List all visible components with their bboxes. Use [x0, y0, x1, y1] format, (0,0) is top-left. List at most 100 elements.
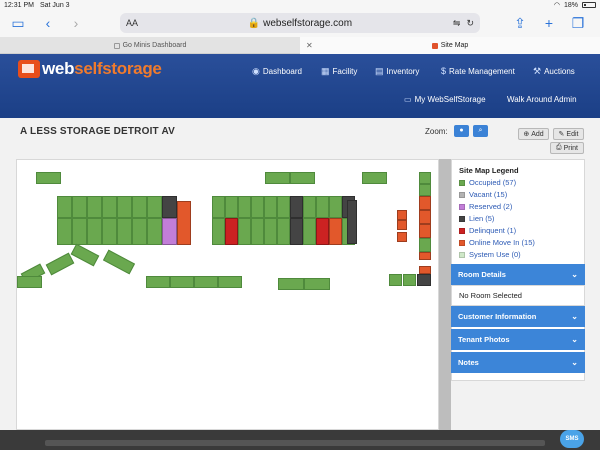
map-vertical-scrollbar[interactable]	[439, 159, 451, 430]
storage-unit[interactable]	[397, 220, 407, 230]
add-button[interactable]: ⊕ Add	[518, 128, 549, 140]
close-tab-icon[interactable]: ✕	[306, 41, 313, 50]
storage-unit[interactable]	[389, 274, 402, 286]
legend-reserved[interactable]: Reserved (2)	[459, 202, 512, 211]
back-icon[interactable]: ‹	[40, 15, 56, 31]
storage-unit[interactable]	[102, 249, 136, 275]
legend-delinquent[interactable]: Delinquent (1)	[459, 226, 516, 235]
storage-unit[interactable]	[70, 243, 100, 267]
storage-unit[interactable]	[290, 196, 303, 218]
storage-unit[interactable]	[303, 196, 316, 218]
notes-header[interactable]: Notes ⌄	[451, 352, 585, 373]
storage-unit[interactable]	[132, 196, 147, 218]
storage-unit[interactable]	[419, 196, 431, 210]
sms-chat-button[interactable]: SMS	[560, 430, 584, 448]
storage-unit[interactable]	[419, 238, 431, 252]
storage-unit[interactable]	[225, 196, 238, 218]
room-details-header[interactable]: Room Details ⌄	[451, 264, 585, 285]
storage-unit[interactable]	[102, 196, 117, 218]
storage-unit[interactable]	[277, 196, 290, 218]
legend-vacant[interactable]: Vacant (15)	[459, 190, 507, 199]
storage-unit[interactable]	[290, 172, 315, 184]
storage-unit[interactable]	[277, 218, 290, 245]
site-map[interactable]	[16, 159, 439, 430]
storage-unit[interactable]	[316, 218, 329, 245]
storage-unit[interactable]	[419, 252, 431, 260]
storage-unit[interactable]	[419, 266, 431, 274]
storage-unit[interactable]	[362, 172, 387, 184]
nav-dashboard[interactable]: ◉ Dashboard	[252, 66, 302, 77]
storage-unit[interactable]	[290, 218, 303, 245]
storage-unit[interactable]	[238, 196, 251, 218]
tab-go-minis-dashboard[interactable]: Go Minis Dashboard	[0, 37, 300, 54]
nav-user[interactable]: Walk Around Admin	[507, 95, 577, 104]
legend-system-use[interactable]: System Use (0)	[459, 250, 521, 259]
edit-button[interactable]: ✎ Edit	[553, 128, 584, 140]
storage-unit[interactable]	[212, 196, 225, 218]
storage-unit[interactable]	[329, 196, 342, 218]
storage-unit[interactable]	[177, 201, 191, 245]
zoom-in-button[interactable]: ⌕	[473, 125, 488, 137]
storage-unit[interactable]	[251, 196, 264, 218]
storage-unit[interactable]	[329, 218, 342, 245]
webselfstorage-logo[interactable]: webselfstorage	[18, 59, 162, 79]
storage-unit[interactable]	[419, 224, 431, 238]
zoom-out-button[interactable]: ●	[454, 125, 469, 137]
storage-unit[interactable]	[419, 172, 431, 184]
storage-unit[interactable]	[403, 274, 416, 286]
storage-unit[interactable]	[87, 196, 102, 218]
storage-unit[interactable]	[303, 218, 316, 245]
storage-unit[interactable]	[264, 196, 277, 218]
storage-unit[interactable]	[162, 218, 177, 245]
storage-unit[interactable]	[45, 252, 75, 276]
storage-unit[interactable]	[146, 276, 170, 288]
horizontal-scrollbar[interactable]	[45, 440, 545, 446]
storage-unit[interactable]	[316, 196, 329, 218]
storage-unit[interactable]	[132, 218, 147, 245]
nav-facility[interactable]: ▦ Facility	[321, 66, 357, 77]
reload-icon[interactable]: ↻	[466, 18, 474, 29]
new-tab-icon[interactable]: +	[541, 15, 557, 31]
storage-unit[interactable]	[397, 210, 407, 220]
translate-icon[interactable]: ⇋	[453, 18, 461, 29]
customer-information-header[interactable]: Customer Information ⌄	[451, 306, 585, 327]
tab-site-map[interactable]: ✕ Site Map	[300, 37, 600, 54]
storage-unit[interactable]	[347, 200, 357, 244]
storage-unit[interactable]	[117, 196, 132, 218]
forward-icon[interactable]: ›	[68, 15, 84, 31]
nav-rate-management[interactable]: $ Rate Management	[441, 66, 515, 76]
legend-online-move-in[interactable]: Online Move In (15)	[459, 238, 535, 247]
storage-unit[interactable]	[36, 172, 61, 184]
tabs-overview-icon[interactable]: ❐	[570, 15, 586, 31]
storage-unit[interactable]	[278, 278, 304, 290]
storage-unit[interactable]	[170, 276, 194, 288]
storage-unit[interactable]	[162, 196, 177, 218]
storage-unit[interactable]	[212, 218, 225, 245]
share-icon[interactable]: ⇪	[512, 15, 528, 31]
nav-inventory[interactable]: ▤ Inventory	[375, 66, 419, 77]
storage-unit[interactable]	[102, 218, 117, 245]
storage-unit[interactable]	[117, 218, 132, 245]
storage-unit[interactable]	[72, 218, 87, 245]
storage-unit[interactable]	[417, 274, 431, 286]
tenant-photos-header[interactable]: Tenant Photos ⌄	[451, 329, 585, 350]
storage-unit[interactable]	[225, 218, 238, 245]
storage-unit[interactable]	[265, 172, 290, 184]
storage-unit[interactable]	[72, 196, 87, 218]
storage-unit[interactable]	[218, 276, 242, 288]
storage-unit[interactable]	[87, 218, 102, 245]
address-bar[interactable]: AA 🔒 webselfstorage.com ⇋ ↻	[120, 13, 480, 33]
storage-unit[interactable]	[397, 232, 407, 242]
storage-unit[interactable]	[57, 218, 72, 245]
storage-unit[interactable]	[251, 218, 264, 245]
legend-lien[interactable]: Lien (5)	[459, 214, 494, 223]
storage-unit[interactable]	[194, 276, 218, 288]
storage-unit[interactable]	[264, 218, 277, 245]
storage-unit[interactable]	[304, 278, 330, 290]
print-button[interactable]: ⎙ Print	[550, 142, 584, 154]
storage-unit[interactable]	[419, 184, 431, 196]
sidebar-icon[interactable]: ▭	[10, 15, 26, 31]
storage-unit[interactable]	[238, 218, 251, 245]
legend-occupied[interactable]: Occupied (57)	[459, 178, 516, 187]
nav-my-webselfstorage[interactable]: ▭ My WebSelfStorage	[404, 95, 486, 104]
